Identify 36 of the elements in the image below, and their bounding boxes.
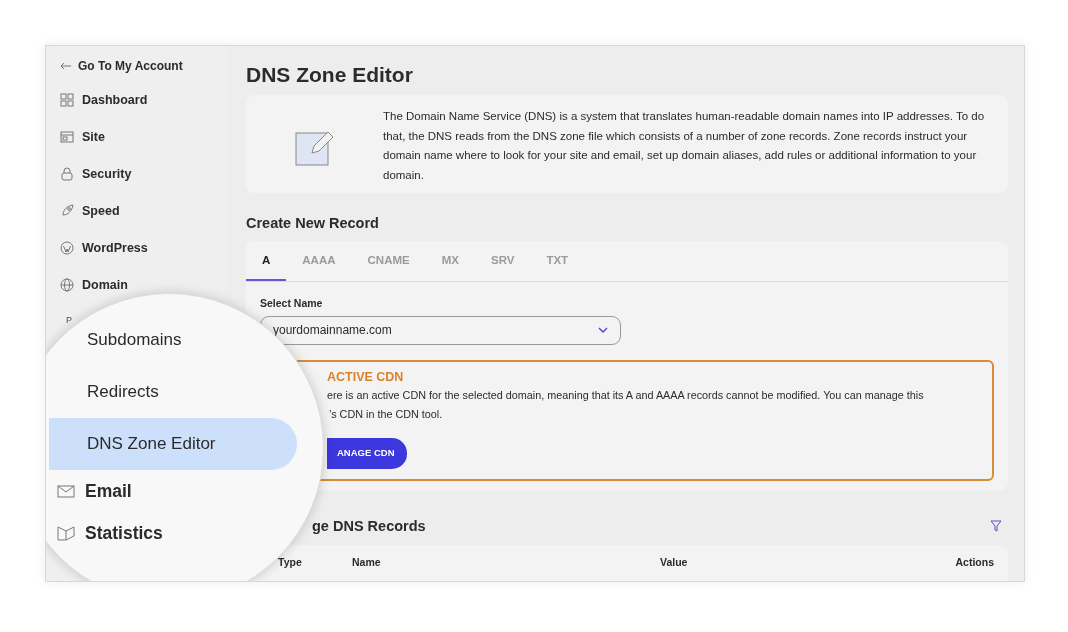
back-arrow-icon [60, 62, 72, 70]
intro-paragraph: The Domain Name Service (DNS) is a system that translates human-readable domain names into IP addresses. To do that, the DNS reads from the DNS zone file which consists of a number of zone records. Zone records instruct your domain name where to look for your site and email, set up domain aliases, add rules or additional information to your domain. [383, 109, 986, 183]
go-to-account-link[interactable]: Go To My Account [60, 54, 183, 78]
sidebar-item[interactable]: Security [60, 162, 132, 186]
column-header: Value [660, 554, 689, 570]
sidebar-item[interactable]: Site [60, 125, 105, 149]
column-header: Type [278, 554, 303, 570]
page-title: DNS Zone Editor [246, 62, 414, 88]
sidebar-item[interactable]: Dashboard [60, 88, 148, 112]
menu-item[interactable]: Subdomains [87, 328, 182, 352]
field-label: Select Name [260, 295, 324, 311]
name-select[interactable]: yourdomainname.com [260, 315, 621, 345]
section-heading: Create New Record [246, 215, 380, 233]
menu-item[interactable]: DNS Zone Editor [49, 418, 297, 470]
browser-window-icon [60, 130, 74, 144]
menu-item[interactable]: Redirects [87, 380, 159, 404]
filter-icon [990, 520, 1002, 533]
envelope-icon [57, 483, 75, 499]
alert-text: ’s CDN in the CDN tool. [328, 407, 443, 423]
sidebar-item[interactable]: Speed [60, 199, 120, 223]
sidebar-item[interactable]: WordPress [60, 236, 148, 260]
menu-item[interactable]: Statistics [57, 518, 163, 548]
menu-item[interactable]: Email [57, 476, 132, 506]
column-header: Actions [955, 554, 994, 570]
sidebar-item-fragment: P [66, 314, 72, 327]
chevron-down-icon [598, 327, 608, 334]
globe-icon [60, 278, 74, 292]
record-type-tab[interactable]: A [246, 240, 287, 281]
section-heading: ge DNS Records [312, 517, 426, 535]
padlock-icon [60, 167, 74, 181]
sidebar-item[interactable]: Domain [60, 273, 128, 297]
manage-cdn-button[interactable]: ANAGE CDN [327, 438, 407, 469]
alert-text: ere is an active CDN for the selected domain, meaning that its A and AAAA records cannot be modified. You can manage this [327, 388, 924, 404]
column-header: Name [352, 554, 382, 570]
grid-icon [60, 93, 74, 107]
alert-title: ACTIVE CDN [327, 368, 404, 386]
